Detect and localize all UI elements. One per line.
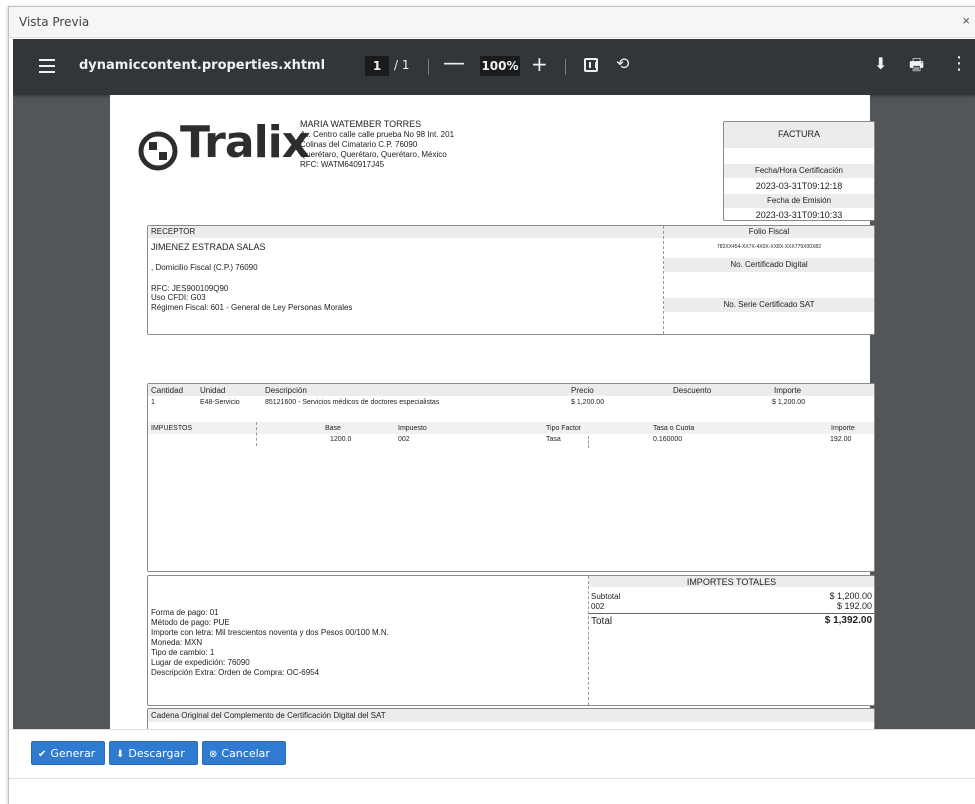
tipo-cambio: Tipo de cambio: 1	[151, 648, 215, 657]
download-icon: ⬇	[116, 749, 125, 760]
subtotal-label: Subtotal	[591, 592, 621, 601]
factura-box: FACTURA Fecha/Hora Certificación 2023-03…	[723, 121, 875, 221]
col-precio: Precio	[571, 386, 594, 395]
total-value: $ 1,392.00	[824, 615, 872, 626]
invoice-page: Tralix MARIA WATEMBER TORRES Av. Centro …	[110, 95, 875, 729]
imp-col-tasa: Tasa o Cuota	[653, 425, 695, 432]
cadena-original-header: Cadena Original del Complemento de Certi…	[151, 711, 386, 720]
col-unidad: Unidad	[200, 386, 226, 395]
imp-col-tipo-factor: Tipo Factor	[546, 425, 582, 432]
document-name: dynamiccontent.properties.xhtml	[79, 58, 326, 73]
descargar-button[interactable]: ⬇ Descargar	[109, 741, 198, 765]
cancel-icon: ⊗	[209, 749, 218, 760]
download-icon[interactable]: ⬇	[874, 54, 887, 73]
toolbar-divider	[428, 59, 429, 75]
folio-fiscal-value: 782XX454-XX7X-4X0X-XX8X-XXX779X00X82	[717, 244, 821, 250]
imp-row-impuesto: 002	[398, 436, 410, 443]
imp-col-base: Base	[325, 425, 341, 432]
check-icon: ✔	[38, 749, 47, 760]
cert-digital-label: No. Certificado Digital	[730, 260, 808, 269]
zoom-level-input[interactable]: 100%	[480, 56, 520, 76]
fit-page-icon[interactable]	[584, 58, 598, 72]
descripcion-extra: Descripción Extra: Orden de Compra: OC-6…	[151, 668, 320, 677]
close-icon[interactable]: ×	[962, 13, 970, 28]
cert-date-value: 2023-03-31T09:12:18	[755, 181, 843, 191]
col-descripcion: Descripción	[265, 386, 307, 395]
generar-label: Generar	[50, 747, 96, 760]
pdf-toolbar: dynamiccontent.properties.xhtml 1 / 1 — …	[13, 39, 975, 95]
zoom-in-button[interactable]: +	[531, 52, 548, 76]
imp-row-tipo-factor: Tasa	[546, 436, 561, 443]
receptor-rfc: RFC: JES900109Q90	[151, 284, 229, 293]
cancelar-button[interactable]: ⊗ Cancelar	[202, 741, 286, 765]
descargar-label: Descargar	[128, 747, 185, 760]
cadena-original-box: Cadena Original del Complemento de Certi…	[147, 708, 875, 729]
receptor-uso-cfdi: Uso CFDI: G03	[151, 293, 206, 302]
issuer-name: MARIA WATEMBER TORRES	[300, 119, 422, 129]
emision-date-label: Fecha de Emisión	[766, 196, 832, 205]
row-unidad: E48-Servicio	[200, 399, 240, 406]
col-cantidad: Cantidad	[151, 386, 184, 395]
page-number-input[interactable]: 1	[365, 56, 389, 76]
receptor-name: JIMENEZ ESTRADA SALAS	[151, 242, 266, 252]
metodo-pago: Método de pago: PUE	[151, 618, 230, 627]
row-descripcion: 85121600 - Servicios médicos de doctores…	[265, 399, 440, 406]
row-importe: $ 1,200.00	[772, 399, 806, 406]
totales-header: IMPORTES TOTALES	[686, 577, 777, 587]
conceptos-box: Cantidad Unidad Descripción Precio Descu…	[147, 383, 875, 572]
cancelar-label: Cancelar	[221, 747, 270, 760]
iva-value: $ 192.00	[836, 601, 872, 611]
row-precio: $ 1,200.00	[571, 399, 605, 406]
total-label: Total	[591, 616, 613, 627]
receptor-header: RECEPTOR	[151, 227, 196, 236]
serie-sat-label: No. Serie Certificado SAT	[723, 300, 815, 309]
dialog-title: Vista Previa	[19, 15, 90, 29]
imp-row-importe: 192.00	[830, 436, 852, 443]
iva-label: 002	[591, 602, 605, 611]
lugar-expedicion: Lugar de expedición: 76090	[151, 658, 250, 667]
print-icon[interactable]: 🖶	[909, 54, 924, 81]
rotate-icon[interactable]: ⟲	[616, 54, 629, 73]
more-options-icon[interactable]: ⋮	[950, 53, 968, 74]
toolbar-divider	[565, 59, 566, 75]
row-cantidad: 1	[151, 399, 155, 406]
tralix-logo-icon	[138, 131, 178, 171]
receptor-regimen: Régimen Fiscal: 601 - General de Ley Per…	[151, 303, 353, 312]
impuestos-header: IMPUESTOS	[151, 425, 193, 432]
folio-fiscal-label: Folio Fiscal	[748, 227, 790, 236]
pdf-viewer[interactable]: dynamiccontent.properties.xhtml 1 / 1 — …	[13, 39, 975, 729]
imp-row-base: 1200.0	[330, 436, 352, 443]
menu-icon[interactable]	[39, 59, 55, 73]
forma-pago: Forma de pago: 01	[151, 608, 219, 617]
preview-dialog: Vista Previa × dynamiccontent.properties…	[8, 6, 975, 804]
factura-title: FACTURA	[777, 129, 820, 139]
receptor-domicilio: , Domicilio Fiscal (C.P.) 76090	[151, 263, 258, 272]
imp-col-impuesto: Impuesto	[398, 425, 427, 432]
page-total: / 1	[394, 58, 410, 72]
zoom-out-button[interactable]: —	[443, 51, 465, 76]
subtotal-value: $ 1,200.00	[829, 591, 872, 601]
generar-button[interactable]: ✔ Generar	[31, 741, 105, 765]
importe-letra: Importe con letra: Mil trescientos noven…	[151, 628, 389, 637]
cert-date-label: Fecha/Hora Certificación	[754, 166, 844, 175]
moneda: Moneda: MXN	[151, 638, 203, 647]
dialog-header: Vista Previa ×	[9, 7, 975, 38]
receptor-box: RECEPTOR JIMENEZ ESTRADA SALAS , Domicil…	[147, 225, 875, 335]
issuer-address-3: Querétaro, Querétaro, Querétaro, México	[300, 150, 447, 159]
issuer-rfc: RFC: WATM640917J45	[300, 160, 385, 169]
col-descuento: Descuento	[673, 386, 712, 395]
emision-date-value: 2023-03-31T09:10:33	[755, 210, 843, 220]
issuer-address-1: Av. Centro calle calle prueba No 98 Int.…	[300, 130, 455, 139]
payment-totals-box: Forma de pago: 01 Método de pago: PUE Im…	[147, 575, 875, 706]
imp-col-importe: Importe	[831, 425, 855, 432]
company-logo-text: Tralix	[180, 117, 310, 168]
issuer-address-2: Colinas del Cimatario C.P. 76090	[300, 140, 418, 149]
imp-row-tasa: 0.160000	[653, 436, 683, 443]
dialog-footer: ✔ Generar ⬇ Descargar ⊗ Cancelar	[9, 729, 975, 779]
col-importe: Importe	[774, 386, 802, 395]
